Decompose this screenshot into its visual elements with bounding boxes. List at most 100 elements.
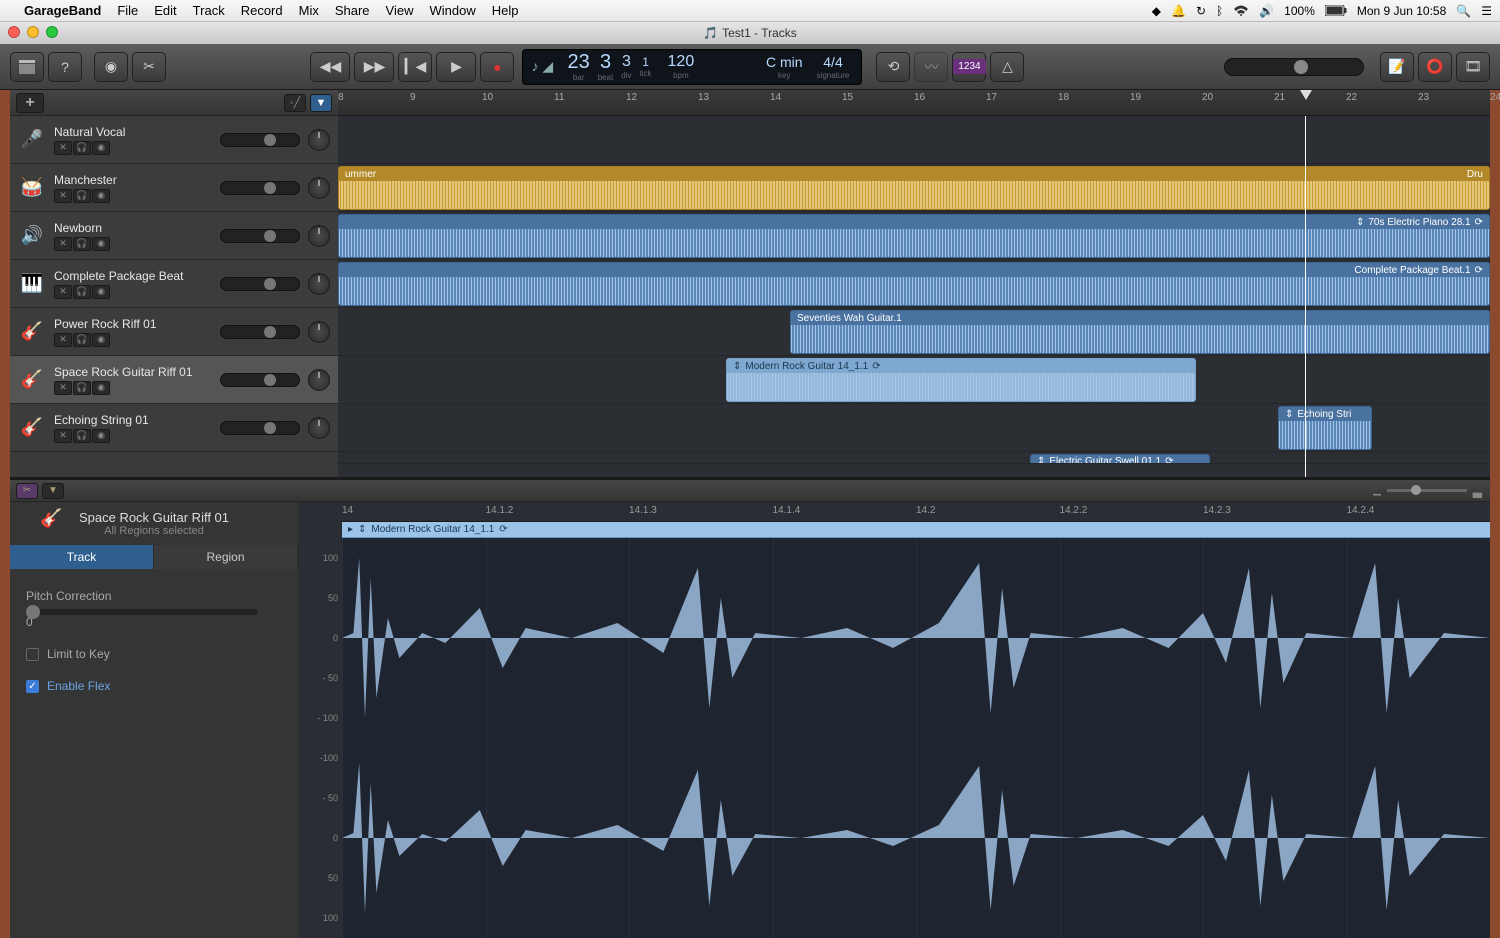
window-zoom[interactable] xyxy=(46,26,58,38)
go-to-start-button[interactable]: ▎◀ xyxy=(398,52,432,82)
automation-button[interactable]: ◦╱ xyxy=(284,94,306,112)
window-minimize[interactable] xyxy=(27,26,39,38)
smart-controls-button[interactable]: ◉ xyxy=(94,52,128,82)
lcd-display[interactable]: ♪ ◢ 23bar 3beat 3div 1tick 120bpm C mink… xyxy=(522,49,862,85)
track-volume-slider[interactable] xyxy=(220,229,300,243)
track-header[interactable]: 🔊 Newborn ✕ 🎧 ◉ xyxy=(10,212,338,260)
input-monitor-button[interactable]: ◉ xyxy=(92,429,110,443)
zoom-out-icon[interactable]: ▁ xyxy=(1373,485,1381,496)
pan-knob[interactable] xyxy=(308,177,330,199)
wifi-icon[interactable] xyxy=(1233,5,1249,17)
pitch-correction-slider[interactable] xyxy=(26,609,258,615)
solo-button[interactable]: 🎧 xyxy=(73,381,91,395)
track-lane[interactable]: Seventies Wah Guitar.1 xyxy=(338,308,1490,356)
track-header[interactable]: 🎹 Complete Package Beat ✕ 🎧 ◉ xyxy=(10,260,338,308)
editor-region-header[interactable]: ▸ ⇕ Modern Rock Guitar 14_1.1 ⟳ xyxy=(342,522,1490,538)
play-icon[interactable]: ▸ xyxy=(348,524,353,535)
add-track-button[interactable]: + xyxy=(16,93,44,113)
track-volume-slider[interactable] xyxy=(220,133,300,147)
editor-ruler[interactable]: 1414.1.214.1.314.1.414.214.2.214.2.314.2… xyxy=(342,502,1490,522)
editor-catch-button[interactable]: ▼ xyxy=(42,483,64,499)
track-volume-slider[interactable] xyxy=(220,373,300,387)
metronome-button[interactable]: △ xyxy=(990,52,1024,82)
spotlight-icon[interactable]: 🔍 xyxy=(1456,4,1471,18)
battery-icon[interactable] xyxy=(1325,5,1347,16)
editors-button[interactable]: ✂ xyxy=(132,52,166,82)
loop-browser-button[interactable]: ⭕ xyxy=(1418,52,1452,82)
menu-window[interactable]: Window xyxy=(430,3,476,18)
window-close[interactable] xyxy=(8,26,20,38)
track-header[interactable]: 🎸 Echoing String 01 ✕ 🎧 ◉ xyxy=(10,404,338,452)
audio-region[interactable]: ⇕70s Electric Piano 28.1⟳ xyxy=(338,214,1490,258)
track-header[interactable]: 🎤 Natural Vocal ✕ 🎧 ◉ xyxy=(10,116,338,164)
solo-button[interactable]: 🎧 xyxy=(73,285,91,299)
menu-help[interactable]: Help xyxy=(492,3,519,18)
menu-edit[interactable]: Edit xyxy=(154,3,176,18)
notification-center-icon[interactable]: ☰ xyxy=(1481,4,1492,18)
audio-region[interactable]: Complete Package Beat.1⟳ xyxy=(338,262,1490,306)
mute-button[interactable]: ✕ xyxy=(54,333,72,347)
solo-button[interactable]: 🎧 xyxy=(73,429,91,443)
library-button[interactable] xyxy=(10,52,44,82)
timemachine-icon[interactable]: ↻ xyxy=(1196,4,1206,18)
mute-button[interactable]: ✕ xyxy=(54,381,72,395)
clock[interactable]: Mon 9 Jun 10:58 xyxy=(1357,4,1446,18)
play-button[interactable]: ▶ xyxy=(436,52,476,82)
evernote-icon[interactable]: ◆ xyxy=(1152,4,1161,18)
track-lane[interactable]: ⇕Electric Guitar Swell 01.1⟳ xyxy=(338,452,1490,464)
track-lane[interactable]: Complete Package Beat.1⟳ xyxy=(338,260,1490,308)
notifications-icon[interactable]: 🔔 xyxy=(1171,4,1186,18)
quick-help-button[interactable]: ? xyxy=(48,52,82,82)
notepad-button[interactable]: 📝 xyxy=(1380,52,1414,82)
waveform-display[interactable] xyxy=(342,538,1490,938)
bluetooth-icon[interactable]: ᛒ xyxy=(1216,4,1223,18)
input-monitor-button[interactable]: ◉ xyxy=(92,333,110,347)
limit-to-key-checkbox[interactable]: Limit to Key xyxy=(26,647,282,661)
input-monitor-button[interactable]: ◉ xyxy=(92,237,110,251)
tuner-button[interactable]: 〰 xyxy=(914,52,948,82)
solo-button[interactable]: 🎧 xyxy=(73,333,91,347)
input-monitor-button[interactable]: ◉ xyxy=(92,141,110,155)
mute-button[interactable]: ✕ xyxy=(54,285,72,299)
zoom-in-icon[interactable]: ▃ xyxy=(1473,484,1482,498)
menu-share[interactable]: Share xyxy=(335,3,370,18)
audio-region[interactable]: ⇕Echoing Stri xyxy=(1278,406,1372,450)
audio-region-selected[interactable]: ⇕Modern Rock Guitar 14_1.1⟳ xyxy=(726,358,1196,402)
cycle-button[interactable]: ⟲ xyxy=(876,52,910,82)
menu-record[interactable]: Record xyxy=(241,3,283,18)
audio-region[interactable]: Seventies Wah Guitar.1 xyxy=(790,310,1490,354)
track-header[interactable]: 🥁 Manchester ✕ 🎧 ◉ xyxy=(10,164,338,212)
menu-file[interactable]: File xyxy=(117,3,138,18)
pan-knob[interactable] xyxy=(308,129,330,151)
pan-knob[interactable] xyxy=(308,369,330,391)
master-volume-slider[interactable] xyxy=(1224,58,1364,76)
playhead[interactable] xyxy=(1305,116,1306,477)
rewind-button[interactable]: ◀◀ xyxy=(310,52,350,82)
menu-track[interactable]: Track xyxy=(193,3,225,18)
track-lane[interactable] xyxy=(338,116,1490,164)
track-header[interactable]: 🎸 Space Rock Guitar Riff 01 ✕ 🎧 ◉ xyxy=(10,356,338,404)
media-browser-button[interactable]: 🎞 xyxy=(1456,52,1490,82)
input-monitor-button[interactable]: ◉ xyxy=(92,189,110,203)
tab-region[interactable]: Region xyxy=(154,545,298,569)
app-menu[interactable]: GarageBand xyxy=(24,3,101,18)
track-lane[interactable]: ummerDru xyxy=(338,164,1490,212)
solo-button[interactable]: 🎧 xyxy=(73,189,91,203)
enable-flex-checkbox[interactable]: ✓Enable Flex xyxy=(26,679,282,693)
timeline[interactable]: 89101112131415161718192021222324 ummerDr… xyxy=(338,90,1490,477)
mute-button[interactable]: ✕ xyxy=(54,189,72,203)
count-in-button[interactable]: 1234 xyxy=(952,52,986,82)
mute-button[interactable]: ✕ xyxy=(54,237,72,251)
mute-button[interactable]: ✕ xyxy=(54,141,72,155)
track-volume-slider[interactable] xyxy=(220,277,300,291)
timeline-ruler[interactable]: 89101112131415161718192021222324 xyxy=(338,90,1490,116)
solo-button[interactable]: 🎧 xyxy=(73,237,91,251)
volume-icon[interactable]: 🔊 xyxy=(1259,4,1274,18)
solo-button[interactable]: 🎧 xyxy=(73,141,91,155)
track-lane[interactable]: ⇕Echoing Stri xyxy=(338,404,1490,452)
pan-knob[interactable] xyxy=(308,273,330,295)
menu-view[interactable]: View xyxy=(386,3,414,18)
pan-knob[interactable] xyxy=(308,321,330,343)
pan-knob[interactable] xyxy=(308,417,330,439)
pan-knob[interactable] xyxy=(308,225,330,247)
